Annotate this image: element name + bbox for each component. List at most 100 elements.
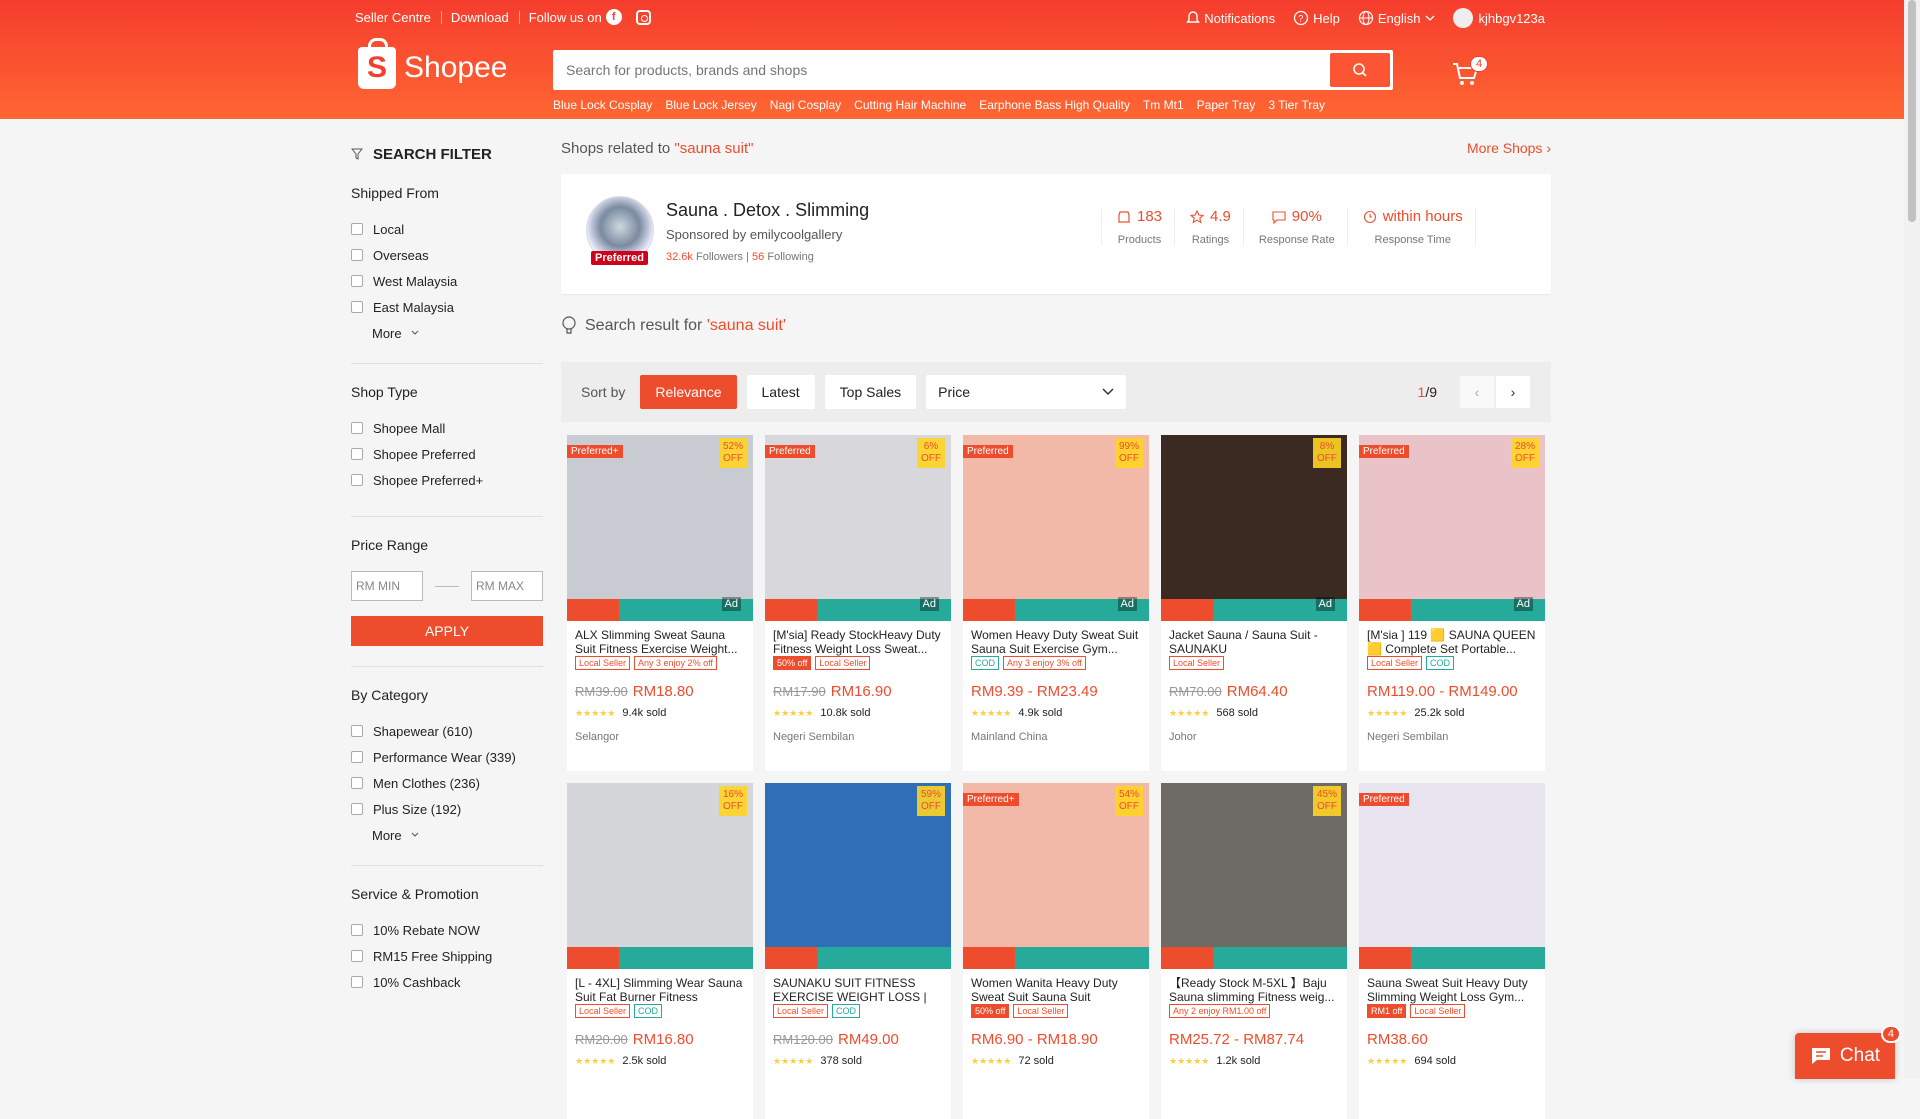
product-card[interactable]: 59% OFF SAUNAKU SUIT FITNESS EXERCISE WEIG…: [765, 783, 951, 1119]
product-card[interactable]: Preferred 99% OFF Ad Women Heavy Duty Sweat …: [963, 435, 1149, 771]
product-card[interactable]: Preferred+ 52% OFF Ad ALX Slimming Sweat Sau…: [567, 435, 753, 771]
globe-icon: [1358, 10, 1373, 26]
rating-stars: ★★★★★: [1367, 707, 1408, 718]
download-link[interactable]: Download: [451, 10, 509, 25]
more-shops-link[interactable]: More Shops ›: [1467, 140, 1551, 160]
rating-row: ★★★★★ 568 sold: [1161, 702, 1347, 724]
chevron-right-icon: ›: [1546, 140, 1551, 156]
search-button[interactable]: [1330, 53, 1390, 87]
current-price: RM9.39 - RM23.49: [971, 682, 1098, 700]
scrollbar-thumb[interactable]: [1908, 0, 1916, 222]
price-max-input[interactable]: [471, 571, 543, 601]
product-card[interactable]: Preferred+ 54% OFF Women Wanita Heavy Duty …: [963, 783, 1149, 1119]
price-row: RM20.00 RM16.80: [567, 1020, 753, 1050]
suggestion-link[interactable]: Blue Lock Jersey: [665, 98, 756, 112]
prev-page-button[interactable]: ‹: [1459, 375, 1495, 409]
follow-us-label: Follow us on: [528, 9, 602, 25]
more-button[interactable]: More: [351, 825, 543, 845]
product-card[interactable]: 8% OFF Ad Jacket Sauna / Sauna Suit - SAUNA…: [1161, 435, 1347, 771]
facebook-icon[interactable]: f: [605, 9, 622, 25]
chevron-left-icon: ‹: [1474, 384, 1480, 400]
option-label: Local: [373, 221, 405, 237]
checkbox[interactable]: [351, 803, 363, 815]
price-sort-select[interactable]: Price: [926, 375, 1127, 409]
checkbox[interactable]: [351, 474, 363, 486]
product-tags: 50% off Local Seller: [765, 656, 951, 672]
checkbox[interactable]: [351, 924, 363, 936]
shopee-logo[interactable]: S Shopee: [358, 38, 508, 89]
discount-value: 16%: [722, 789, 743, 800]
product-tags: COD Any 3 enjoy 3% off: [963, 656, 1149, 672]
checkbox[interactable]: [351, 275, 363, 287]
cart-count-badge: 4: [1470, 56, 1489, 72]
shop-location: Negeri Sembilan: [1367, 731, 1449, 743]
instagram-icon[interactable]: [635, 9, 651, 25]
product-card[interactable]: Preferred Sauna Sweat Suit Heavy Duty Sli…: [1359, 783, 1545, 1119]
option-label: 10% Cashback: [373, 974, 461, 990]
section-heading: By Category: [351, 687, 429, 703]
product-tags: Local Seller COD: [765, 1004, 951, 1020]
price-min-input[interactable]: [351, 571, 423, 601]
suggestion-link[interactable]: Blue Lock Cosplay: [553, 98, 652, 112]
product-tag: Local Seller: [815, 656, 871, 670]
product-image: Preferred+ 52% OFF Ad: [567, 435, 753, 621]
product-image: 59% OFF: [765, 783, 951, 969]
product-card[interactable]: Preferred 28% OFF Ad [M'sia ] 119 🟨 SAUNA QU…: [1359, 435, 1545, 771]
checkbox[interactable]: [351, 249, 363, 261]
suggestion-link[interactable]: Nagi Cosplay: [770, 98, 841, 112]
product-card[interactable]: 45% OFF 【Ready Stock M-5XL 】Baju Sauna sli…: [1161, 783, 1347, 1119]
product-card[interactable]: 16% OFF [L - 4XL] Slimming Wear Sauna Suit…: [567, 783, 753, 1119]
seller-centre-link[interactable]: Seller Centre: [355, 10, 431, 25]
rating-stars: ★★★★★: [1169, 707, 1210, 718]
checkbox[interactable]: [351, 301, 363, 313]
ad-label: Ad: [1513, 597, 1533, 611]
stat-response-rate: 90% Response Rate: [1244, 208, 1348, 246]
suggestion-link[interactable]: Tm Mt1: [1143, 98, 1184, 112]
product-image: Preferred: [1359, 783, 1545, 969]
sort-top-sales-button[interactable]: Top Sales: [824, 375, 917, 409]
checkbox[interactable]: [351, 976, 363, 988]
product-card[interactable]: Preferred 6% OFF Ad [M'sia] Ready StockHeavy…: [765, 435, 951, 771]
filter-option[interactable]: Shopee Preferred+: [351, 464, 543, 496]
filter-option[interactable]: Plus Size (192): [351, 793, 543, 825]
sort-relevance-button[interactable]: Relevance: [640, 375, 737, 409]
filter-option[interactable]: East Malaysia: [351, 291, 543, 323]
checkbox[interactable]: [351, 725, 363, 737]
checkbox[interactable]: [351, 777, 363, 789]
checkbox[interactable]: [351, 950, 363, 962]
more-button[interactable]: More: [351, 323, 543, 343]
notifications-link[interactable]: Notifications: [1185, 10, 1275, 26]
suggestion-link[interactable]: 3 Tier Tray: [1268, 98, 1325, 112]
stat-value: 183: [1137, 208, 1163, 225]
suggestion-link[interactable]: Cutting Hair Machine: [854, 98, 966, 112]
scrollbar[interactable]: [1904, 0, 1920, 1079]
checkbox[interactable]: [351, 422, 363, 434]
rating-row: ★★★★★ 72 sold: [963, 1050, 1149, 1072]
account-menu[interactable]: kjhbgv123a: [1452, 8, 1545, 28]
product-image: Preferred+ 54% OFF: [963, 783, 1149, 969]
next-page-button[interactable]: ›: [1495, 375, 1531, 409]
filter-title-text: SEARCH FILTER: [373, 145, 492, 163]
product-tag: COD: [1426, 656, 1455, 670]
cart-button[interactable]: 4: [1452, 56, 1489, 93]
product-tag: Any 3 enjoy 3% off: [1003, 656, 1086, 670]
shop-name: Sauna . Detox . Slimming: [666, 200, 870, 220]
checkbox[interactable]: [351, 751, 363, 763]
chat-button[interactable]: Chat 4: [1795, 1025, 1901, 1079]
suggestion-link[interactable]: Earphone Bass High Quality: [979, 98, 1130, 112]
product-title: ALX Slimming Sweat Sauna Suit Fitness Ex…: [575, 628, 738, 656]
suggestion-link[interactable]: Paper Tray: [1197, 98, 1256, 112]
logo-text: Shopee: [404, 51, 508, 84]
stat-value: 90%: [1291, 208, 1322, 225]
shop-card[interactable]: Preferred Sauna . Detox . Slimming Spons…: [561, 174, 1551, 294]
sort-latest-button[interactable]: Latest: [746, 375, 815, 409]
discount-value: 6%: [923, 441, 939, 452]
checkbox[interactable]: [351, 223, 363, 235]
language-selector[interactable]: English: [1358, 10, 1435, 26]
search-input[interactable]: [553, 52, 1330, 88]
help-link[interactable]: ? Help: [1293, 10, 1340, 26]
filter-option[interactable]: 10% Cashback: [351, 966, 543, 998]
shop-type-section: Shop Type Shopee Mall Shopee Preferred S…: [351, 384, 543, 517]
apply-button[interactable]: APPLY: [351, 616, 543, 646]
checkbox[interactable]: [351, 448, 363, 460]
